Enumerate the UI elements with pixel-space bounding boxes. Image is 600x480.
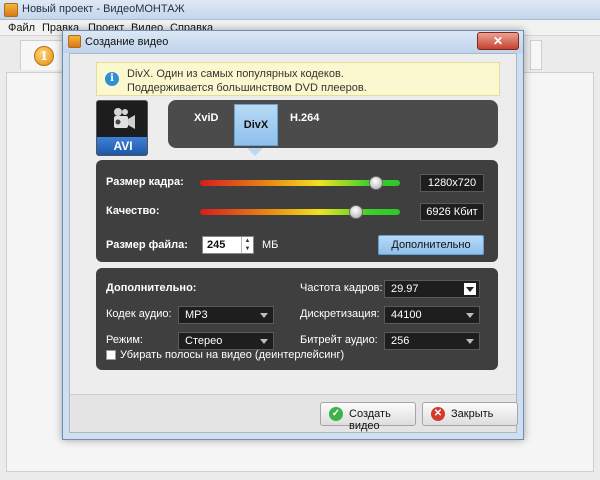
dialog-app-icon xyxy=(68,35,81,48)
audio-codec-label: Кодек аудио: xyxy=(106,308,172,320)
audio-bitrate-select[interactable]: 256 xyxy=(384,332,480,350)
close-label: Закрыть xyxy=(451,408,494,420)
info-icon: i xyxy=(105,72,119,86)
mode-value: Стерео xyxy=(185,335,223,347)
menu-file[interactable]: Файл xyxy=(8,22,35,34)
frame-rate-select[interactable]: 29.97 xyxy=(384,280,480,298)
chevron-down-icon xyxy=(260,313,268,318)
app-icon xyxy=(4,3,18,17)
file-size-label: Размер файла: xyxy=(106,239,188,251)
quality-value[interactable]: 6926 Кбит xyxy=(420,203,484,221)
file-size-stepper[interactable]: 245 ▲ ▼ xyxy=(202,236,254,254)
checkmark-icon: ✓ xyxy=(329,407,343,421)
codec-xvid[interactable]: XviD xyxy=(194,112,218,124)
audio-bitrate-value: 256 xyxy=(391,335,410,347)
advanced-title: Дополнительно: xyxy=(106,282,197,294)
chevron-down-icon xyxy=(466,313,474,318)
close-button[interactable]: ✕ Закрыть xyxy=(422,402,518,426)
quality-slider-thumb[interactable] xyxy=(349,205,363,219)
codec-selector: XviD DivX H.264 xyxy=(168,100,498,148)
advanced-button[interactable]: Дополнительно xyxy=(378,235,484,255)
deinterlace-label[interactable]: Убирать полосы на видео (деинтерлейсинг) xyxy=(120,349,344,361)
audio-bitrate-label: Битрейт аудио: xyxy=(300,334,378,346)
info-line-1: DivX. Один из самых популярных кодеков. xyxy=(127,68,344,80)
format-avi-tile[interactable]: AVI xyxy=(96,100,148,156)
audio-codec-select[interactable]: MP3 xyxy=(178,306,274,324)
codec-h264[interactable]: H.264 xyxy=(290,112,319,124)
main-window-titlebar: Новый проект - ВидеоМОНТАЖ xyxy=(0,0,600,20)
chevron-down-icon xyxy=(260,339,268,344)
audio-codec-value: MP3 xyxy=(185,309,208,321)
sampling-value: 44100 xyxy=(391,309,422,321)
dialog-close-button[interactable]: ✕ xyxy=(477,32,519,50)
create-video-label: Создать видео xyxy=(349,408,391,432)
dialog-title: Создание видео xyxy=(85,36,169,48)
create-video-button[interactable]: ✓ Создать видео xyxy=(320,402,416,432)
info-line-2: Поддерживается большинством DVD плееров. xyxy=(127,82,367,94)
frame-size-slider-thumb[interactable] xyxy=(369,176,383,190)
tab-right-edge xyxy=(530,40,542,70)
video-settings-panel: Размер кадра: 1280x720 Качество: 6926 Кб… xyxy=(96,160,498,262)
sampling-label: Дискретизация: xyxy=(300,308,380,320)
step-number-badge: 1 xyxy=(34,46,54,66)
frame-size-label: Размер кадра: xyxy=(106,176,184,188)
quality-slider[interactable] xyxy=(200,209,400,215)
video-camera-icon xyxy=(114,108,135,129)
frame-size-value[interactable]: 1280x720 xyxy=(420,174,484,192)
codec-pointer xyxy=(247,148,263,156)
sampling-select[interactable]: 44100 xyxy=(384,306,480,324)
close-icon: ✕ xyxy=(431,407,445,421)
file-size-unit: МБ xyxy=(262,239,279,251)
codec-divx-selected[interactable]: DivX xyxy=(234,104,278,146)
codec-info-banner: i DivX. Один из самых популярных кодеков… xyxy=(96,62,500,96)
dialog-client-area: i DivX. Один из самых популярных кодеков… xyxy=(69,53,518,433)
mode-label: Режим: xyxy=(106,334,143,346)
advanced-settings-panel: Дополнительно: Кодек аудио: MP3 Режим: С… xyxy=(96,268,498,370)
quality-label: Качество: xyxy=(106,205,160,217)
chevron-down-icon xyxy=(466,287,474,292)
frame-rate-label: Частота кадров: xyxy=(300,282,383,294)
format-label: AVI xyxy=(97,137,147,155)
chevron-down-icon xyxy=(466,339,474,344)
window-title: Новый проект - ВидеоМОНТАЖ xyxy=(22,3,185,15)
deinterlace-checkbox[interactable] xyxy=(106,350,116,360)
stepper-arrows-icon[interactable]: ▲ ▼ xyxy=(241,237,253,253)
frame-rate-value: 29.97 xyxy=(391,283,419,295)
create-video-dialog: Создание видео ✕ i DivX. Один из самых п… xyxy=(62,30,524,440)
frame-rate-dropdown-button[interactable] xyxy=(464,283,476,295)
file-size-value: 245 xyxy=(207,239,226,251)
mode-select[interactable]: Стерео xyxy=(178,332,274,350)
dialog-titlebar: Создание видео ✕ xyxy=(63,31,523,53)
